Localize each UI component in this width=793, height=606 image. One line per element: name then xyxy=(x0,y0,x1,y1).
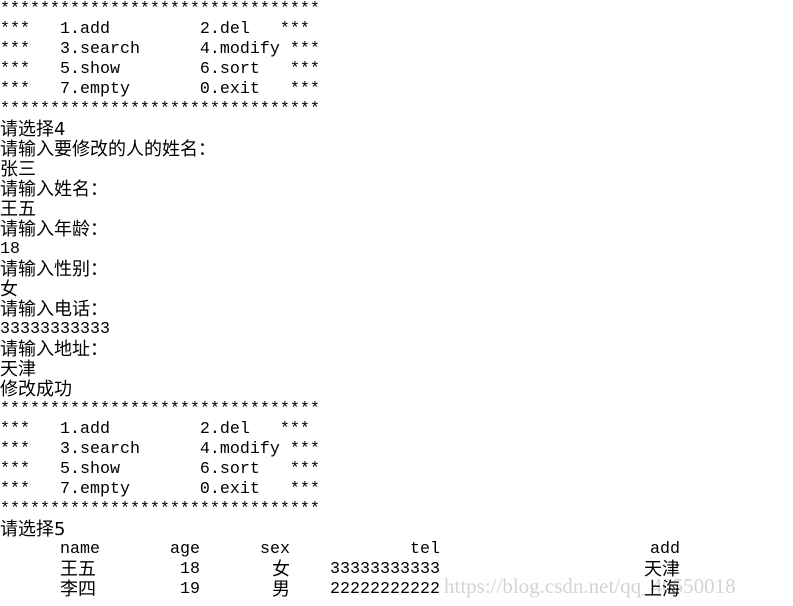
input-name: 王五 xyxy=(0,199,36,220)
menu-row: *** 1.add 2.del *** xyxy=(0,420,310,439)
input-sex: 女 xyxy=(0,279,18,300)
choice-prompt: 请选择5 xyxy=(0,519,66,540)
menu-row: *** 5.show 6.sort *** xyxy=(0,460,320,479)
header-age: age xyxy=(170,540,200,559)
menu-border-bottom: ******************************** xyxy=(0,100,320,119)
modify-success-message: 修改成功 xyxy=(0,379,72,400)
cell-sex: 男 xyxy=(272,579,290,600)
input-old-name: 张三 xyxy=(0,159,36,180)
cell-name: 王五 xyxy=(60,559,96,580)
menu-row: *** 5.show 6.sort *** xyxy=(0,60,320,79)
menu-row: *** 7.empty 0.exit *** xyxy=(0,80,320,99)
header-address: add xyxy=(650,540,680,559)
input-tel: 33333333333 xyxy=(0,320,110,339)
cell-name: 李四 xyxy=(60,579,96,600)
menu-row: *** 3.search 4.modify *** xyxy=(0,40,320,59)
cell-tel: 22222222222 xyxy=(330,580,440,599)
menu-border-top: ******************************** xyxy=(0,400,320,419)
cell-tel: 33333333333 xyxy=(330,560,440,579)
cell-age: 18 xyxy=(180,560,200,579)
menu-row: *** 3.search 4.modify *** xyxy=(0,440,320,459)
cell-address: 天津 xyxy=(644,559,680,580)
prompt-name: 请输入姓名： xyxy=(0,179,108,200)
header-tel: tel xyxy=(410,540,440,559)
header-sex: sex xyxy=(260,540,290,559)
prompt-tel: 请输入电话： xyxy=(0,299,108,320)
cell-address: 上海 xyxy=(644,579,680,600)
prompt-modify-name: 请输入要修改的人的姓名： xyxy=(0,139,216,160)
console-output: ******************************** *** 1.a… xyxy=(0,0,793,606)
menu-row: *** 7.empty 0.exit *** xyxy=(0,480,320,499)
choice-prompt: 请选择4 xyxy=(0,119,66,140)
header-name: name xyxy=(60,540,100,559)
menu-border-bottom: ******************************** xyxy=(0,500,320,519)
prompt-address: 请输入地址： xyxy=(0,339,108,360)
cell-sex: 女 xyxy=(272,559,290,580)
cell-age: 19 xyxy=(180,580,200,599)
menu-border-top: ******************************** xyxy=(0,0,320,19)
input-age: 18 xyxy=(0,240,20,259)
prompt-sex: 请输入性别： xyxy=(0,259,108,280)
prompt-age: 请输入年龄： xyxy=(0,219,108,240)
input-address: 天津 xyxy=(0,359,36,380)
menu-row: *** 1.add 2.del *** xyxy=(0,20,310,39)
